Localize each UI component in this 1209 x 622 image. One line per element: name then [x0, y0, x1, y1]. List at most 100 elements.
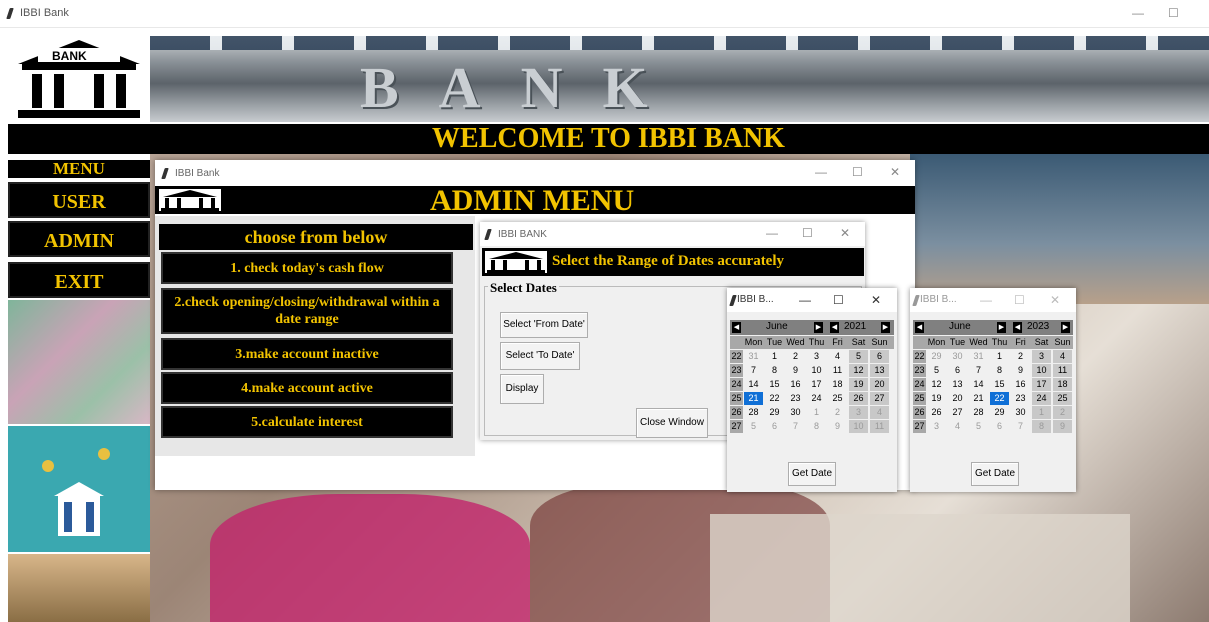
- calendar-day[interactable]: 23: [1011, 392, 1030, 405]
- minimize-icon[interactable]: —: [815, 165, 827, 179]
- calendar-day[interactable]: 3: [849, 406, 868, 419]
- calendar-day[interactable]: 27: [870, 392, 889, 405]
- next-year-icon[interactable]: ▶: [1061, 322, 1070, 333]
- calendar-day[interactable]: 5: [849, 350, 868, 363]
- prev-month-icon[interactable]: ◀: [915, 322, 924, 333]
- calendar-day[interactable]: 1: [1032, 406, 1051, 419]
- calendar-day[interactable]: 31: [969, 350, 988, 363]
- prev-year-icon[interactable]: ◀: [830, 322, 839, 333]
- option-make-active[interactable]: 4.make account active: [161, 372, 453, 404]
- calendar-day[interactable]: 19: [849, 378, 868, 391]
- calendar-day[interactable]: 22: [765, 392, 784, 405]
- option-calculate-interest[interactable]: 5.calculate interest: [161, 406, 453, 438]
- calendar-day[interactable]: 30: [1011, 406, 1030, 419]
- calendar-day[interactable]: 18: [1053, 378, 1072, 391]
- calendar-day[interactable]: 30: [786, 406, 805, 419]
- calendar-day[interactable]: 3: [1032, 350, 1051, 363]
- calendar-day[interactable]: 18: [828, 378, 847, 391]
- calendar-day[interactable]: 15: [765, 378, 784, 391]
- option-date-range[interactable]: 2.check opening/closing/withdrawal withi…: [161, 288, 453, 334]
- calendar-day[interactable]: 27: [948, 406, 967, 419]
- calendar-day[interactable]: 8: [765, 364, 784, 377]
- calendar-day[interactable]: 2: [1053, 406, 1072, 419]
- calendar-day[interactable]: 28: [744, 406, 763, 419]
- calendar-day[interactable]: 1: [990, 350, 1009, 363]
- calendar-day[interactable]: 11: [870, 420, 889, 433]
- option-cash-flow[interactable]: 1. check today's cash flow: [161, 252, 453, 284]
- calendar-day[interactable]: 4: [1053, 350, 1072, 363]
- calendar-day[interactable]: 10: [807, 364, 826, 377]
- calendar-day[interactable]: 22: [990, 392, 1009, 405]
- calendar-day[interactable]: 6: [870, 350, 889, 363]
- calendar-day[interactable]: 21: [969, 392, 988, 405]
- calendar-day[interactable]: 1: [807, 406, 826, 419]
- calendar-day[interactable]: 11: [828, 364, 847, 377]
- calendar-day[interactable]: 17: [807, 378, 826, 391]
- calendar-day[interactable]: 26: [849, 392, 868, 405]
- calendar-day[interactable]: 20: [870, 378, 889, 391]
- calendar-day[interactable]: 29: [765, 406, 784, 419]
- select-to-date-button[interactable]: Select 'To Date': [500, 342, 580, 370]
- calendar-day[interactable]: 12: [927, 378, 946, 391]
- minimize-icon[interactable]: —: [980, 293, 992, 307]
- calendar-day[interactable]: 23: [786, 392, 805, 405]
- next-month-icon[interactable]: ▶: [997, 322, 1006, 333]
- calendar-day[interactable]: 29: [990, 406, 1009, 419]
- calendar-day[interactable]: 24: [1032, 392, 1051, 405]
- calendar-day[interactable]: 25: [1053, 392, 1072, 405]
- calendar-day[interactable]: 19: [927, 392, 946, 405]
- maximize-icon[interactable]: ☐: [852, 165, 863, 179]
- calendar-day[interactable]: 9: [1053, 420, 1072, 433]
- display-button[interactable]: Display: [500, 374, 544, 404]
- maximize-icon[interactable]: ☐: [1168, 6, 1179, 20]
- calendar-day[interactable]: 8: [1032, 420, 1051, 433]
- get-date-button[interactable]: Get Date: [788, 462, 836, 486]
- maximize-icon[interactable]: ☐: [833, 293, 844, 307]
- maximize-icon[interactable]: ☐: [1014, 293, 1025, 307]
- maximize-icon[interactable]: ☐: [802, 226, 813, 240]
- calendar-day[interactable]: 4: [948, 420, 967, 433]
- close-icon[interactable]: ✕: [890, 165, 900, 179]
- calendar-day[interactable]: 11: [1053, 364, 1072, 377]
- calendar-day[interactable]: 4: [828, 350, 847, 363]
- get-date-button[interactable]: Get Date: [971, 462, 1019, 486]
- calendar-day[interactable]: 5: [927, 364, 946, 377]
- calendar-day[interactable]: 5: [744, 420, 763, 433]
- calendar-day[interactable]: 17: [1032, 378, 1051, 391]
- option-make-inactive[interactable]: 3.make account inactive: [161, 338, 453, 370]
- calendar-day[interactable]: 2: [1011, 350, 1030, 363]
- prev-month-icon[interactable]: ◀: [732, 322, 741, 333]
- calendar-day[interactable]: 12: [849, 364, 868, 377]
- calendar-day[interactable]: 31: [744, 350, 763, 363]
- calendar-day[interactable]: 7: [786, 420, 805, 433]
- calendar-day[interactable]: 14: [969, 378, 988, 391]
- calendar-day[interactable]: 16: [786, 378, 805, 391]
- close-icon[interactable]: ✕: [871, 293, 881, 307]
- calendar-day[interactable]: 25: [828, 392, 847, 405]
- minimize-icon[interactable]: —: [1132, 6, 1144, 20]
- calendar-day[interactable]: 21: [744, 392, 763, 405]
- exit-button[interactable]: EXIT: [8, 262, 150, 298]
- calendar-day[interactable]: 7: [1011, 420, 1030, 433]
- calendar-day[interactable]: 29: [927, 350, 946, 363]
- calendar-day[interactable]: 10: [849, 420, 868, 433]
- calendar-day[interactable]: 4: [870, 406, 889, 419]
- minimize-icon[interactable]: —: [766, 226, 778, 240]
- calendar-day[interactable]: 9: [786, 364, 805, 377]
- prev-year-icon[interactable]: ◀: [1013, 322, 1022, 333]
- close-icon[interactable]: ✕: [840, 226, 850, 240]
- close-icon[interactable]: ✕: [1050, 293, 1060, 307]
- calendar-day[interactable]: 1: [765, 350, 784, 363]
- minimize-icon[interactable]: —: [799, 293, 811, 307]
- calendar-day[interactable]: 6: [765, 420, 784, 433]
- calendar-day[interactable]: 24: [807, 392, 826, 405]
- calendar-day[interactable]: 6: [990, 420, 1009, 433]
- calendar-day[interactable]: 13: [870, 364, 889, 377]
- calendar-day[interactable]: 30: [948, 350, 967, 363]
- calendar-day[interactable]: 7: [744, 364, 763, 377]
- calendar-day[interactable]: 8: [807, 420, 826, 433]
- next-month-icon[interactable]: ▶: [814, 322, 823, 333]
- calendar-day[interactable]: 8: [990, 364, 1009, 377]
- next-year-icon[interactable]: ▶: [881, 322, 890, 333]
- calendar-day[interactable]: 10: [1032, 364, 1051, 377]
